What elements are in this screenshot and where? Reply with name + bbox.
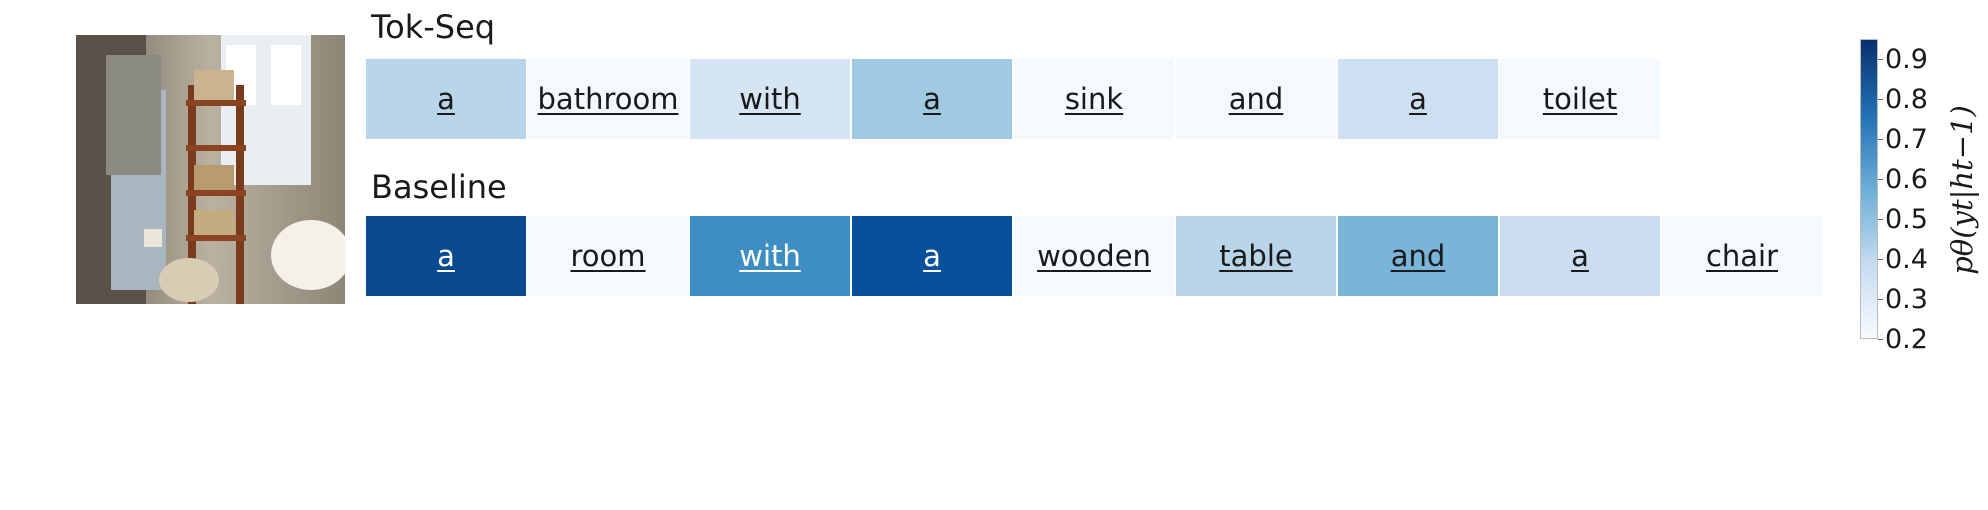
- colorbar-tick-mark: [1878, 299, 1883, 300]
- colorbar-tick-label: 0.4: [1885, 244, 1928, 275]
- colorbar-tick-label: 0.5: [1885, 204, 1928, 235]
- token-cell: bathroom: [528, 59, 688, 139]
- token-cell: wooden: [1014, 216, 1174, 296]
- colorbar-tick-mark: [1878, 59, 1883, 60]
- colorbar-tick-label: 0.8: [1885, 84, 1928, 115]
- token-cell: and: [1338, 216, 1498, 296]
- token-cell: a: [852, 216, 1012, 296]
- token-cell: a: [1500, 216, 1660, 296]
- colorbar-tick-mark: [1878, 219, 1883, 220]
- token-cell: with: [690, 59, 850, 139]
- row-title-baseline: Baseline: [371, 168, 507, 206]
- token-cell: a: [366, 59, 526, 139]
- token-cell: a: [366, 216, 526, 296]
- colorbar-tick-label: 0.6: [1885, 164, 1928, 195]
- colorbar: [1860, 39, 1878, 339]
- token-cell: with: [690, 216, 850, 296]
- colorbar-tick-mark: [1878, 139, 1883, 140]
- token-cell: table: [1176, 216, 1336, 296]
- colorbar-tick-mark: [1878, 339, 1883, 340]
- colorbar-label: pθ(yt|ht−1): [1945, 105, 1979, 275]
- heat-row-baseline: a room with a wooden table and a chair: [366, 216, 1824, 296]
- token-cell: a: [1338, 59, 1498, 139]
- colorbar-tick-mark: [1878, 259, 1883, 260]
- colorbar-tick-mark: [1878, 99, 1883, 100]
- colorbar-tick-mark: [1878, 179, 1883, 180]
- token-cell: and: [1176, 59, 1336, 139]
- token-cell: chair: [1662, 216, 1822, 296]
- colorbar-tick-label: 0.9: [1885, 44, 1928, 75]
- token-cell: a: [852, 59, 1012, 139]
- colorbar-tick-label: 0.2: [1885, 324, 1928, 355]
- heat-row-tok-seq: a bathroom with a sink and a toilet: [366, 59, 1662, 139]
- token-cell: sink: [1014, 59, 1174, 139]
- token-cell: room: [528, 216, 688, 296]
- token-cell: toilet: [1500, 59, 1660, 139]
- caption-image: [76, 35, 345, 304]
- colorbar-tick-label: 0.7: [1885, 124, 1928, 155]
- row-title-tok-seq: Tok-Seq: [371, 8, 496, 46]
- colorbar-tick-label: 0.3: [1885, 284, 1928, 315]
